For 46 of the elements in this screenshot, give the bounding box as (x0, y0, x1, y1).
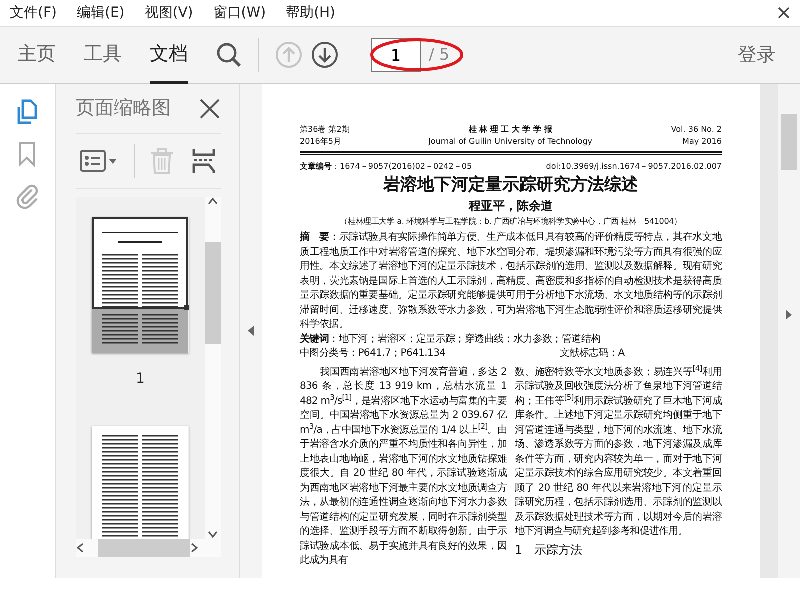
journal-header-text: 第36卷 第2期 (300, 124, 350, 136)
menu-item[interactable]: 文件(F) (10, 2, 57, 24)
page-split-icon[interactable] (191, 147, 217, 175)
scrollbar-thumb[interactable] (781, 114, 797, 170)
page-number: 1 (136, 370, 145, 389)
scroll-up-icon[interactable] (208, 197, 218, 205)
article-authors: 程亚平，陈余道 (468, 198, 554, 214)
journal-header-text: Vol. 36 No. 2 (671, 124, 722, 136)
journal-header-text: 桂 林 理 工 大 学 学 报 (468, 124, 554, 136)
close-icon[interactable] (199, 98, 221, 120)
classification-number: 中图分类号：P641.7；P641.134 (300, 347, 447, 361)
article-number: 文章编号：1674－9057(2016)02－0242－05 (300, 161, 472, 172)
options-icon[interactable] (80, 148, 118, 174)
journal-header-text: May 2016 (682, 136, 722, 148)
sign-in-button[interactable]: 登录 (732, 40, 782, 70)
menu-item[interactable]: 视图(V) (144, 2, 194, 24)
author-affiliation: （桂林理工大学 a. 环境科学与工程学院；b. 广西矿冶与环境科学实验中心，广西 桂林 541004） (339, 216, 683, 227)
close-icon[interactable] (778, 7, 790, 19)
menu-item[interactable]: 帮助(H) (286, 2, 336, 24)
journal-header-text: Journal of Guilin University of Technology (428, 136, 593, 148)
scroll-down-icon[interactable] (208, 531, 218, 539)
tab[interactable]: 工具 (84, 26, 122, 84)
abstract-text: 摘 要：示踪试验具有实际操作简单方便、生产成本低且具有较高的评价精度等特点，其在水文地质工程地质工作中对岩溶管道的探究、地下水空间分布、堤坝渗漏和环境污染等方面具有很强的应用性。本文综述了岩溶地下河的定量示踪技术，包括示踪剂的选用、监测以及数据解释。现有研究表明，荧光素钠是国际上首选的人工示踪剂，高精度、高密度和多指标的自动检测技术是获得高质量示踪数据的重要基础。定量示踪研究能够提供可用于分析地下水流场、水文地质结构等的示踪剂滞留时间、迁移速度、弥散系数等水力参数，可为岩溶地下河生态脆弱性评价和溶质运移研究提供科学依据。 (300, 231, 722, 332)
menu-item[interactable]: 编辑(E) (76, 2, 125, 24)
body-paragraph: 数、施密特数等水文地质参数；易连兴等$^{[4]}$利用示踪试验及回收强度法分析了鱼泉地下河管道结构；王伟等$^{[5]}$利用示踪试验研究了巨木地下河成库条件。上述地下河定量示踪研究均侧重于地下河管道连通与类型，地下河的水流速、地下水流场、渗透系数等方面的参数，地下河渗漏及成库条件等方面，研究内容较为单一，而对于地下河定量示踪技术的综合应用研究较少。本文着重回顾了 20 世纪 80 年代以来岩溶地下河的定量示踪研究历程，包括示踪剂选用、示踪剂的监测以及示踪数据处理技术等方面，以期对今后的岩溶地下河调查与研究起到参考和促进作用。 (515, 366, 722, 539)
body-paragraph: 我国西南岩溶地区地下河发育普遍，多达 2 836 条，总长度 13 919 km，总枯水流量 1 482 m$^{3}$/s$^{[1]}$，是岩溶区地下水运动与富集的主要空间。中国岩溶地下水资源总量为 2 039.67 亿 m$^{3}$/a，占中国地下水资源总量的 1/4 以上$^{[2]}$。由于岩溶含水介质的严重不均质性和各向异性，加上地表山地崎岖，岩溶地下河的水文地质钻探难度很大。自 20 世纪 80 年代，示踪试验逐渐成为西南地区岩溶地下河最主要的水文地质调查方法，从最初的连通性调查逐渐向地下河水力参数与管道结构的定量研究发展，同时在示踪剂类型的选择、监测手段等方面不断取得创新。由于示踪试验成本低、易于实施并具有良好的效果，因此成为具有 (300, 366, 507, 568)
doi-text: doi:10.3969/j.issn.1674－9057.2016.02.007 (546, 161, 722, 172)
scroll-right-icon[interactable] (191, 543, 199, 553)
document-code: 文献标志码：A (560, 347, 625, 361)
keywords-text: 关键词：地下河；岩溶区；定量示踪；穿透曲线；水力参数；管道结构 (300, 332, 602, 346)
section-heading: 1 示踪方法 (515, 542, 584, 558)
scrollbar-thumb[interactable] (205, 242, 221, 344)
search-button[interactable] (216, 42, 242, 68)
article-title: 岩溶地下河定量示踪研究方法综述 (382, 174, 640, 196)
scrollbar-thumb[interactable] (98, 539, 190, 557)
journal-header-text: 2016年5月 (300, 136, 342, 148)
panel-title: 页面缩略图 (76, 96, 171, 122)
page-count: / 5 (429, 44, 450, 66)
page-thumbnail[interactable] (92, 217, 189, 353)
collapse-right-icon[interactable] (786, 310, 792, 320)
menu-item[interactable]: 窗口(W) (213, 2, 266, 24)
scroll-left-icon[interactable] (76, 543, 84, 553)
search-icon (216, 42, 242, 68)
next-page-button[interactable] (311, 41, 339, 69)
tab[interactable]: 主页 (18, 26, 56, 84)
collapse-left-icon[interactable] (248, 326, 254, 336)
